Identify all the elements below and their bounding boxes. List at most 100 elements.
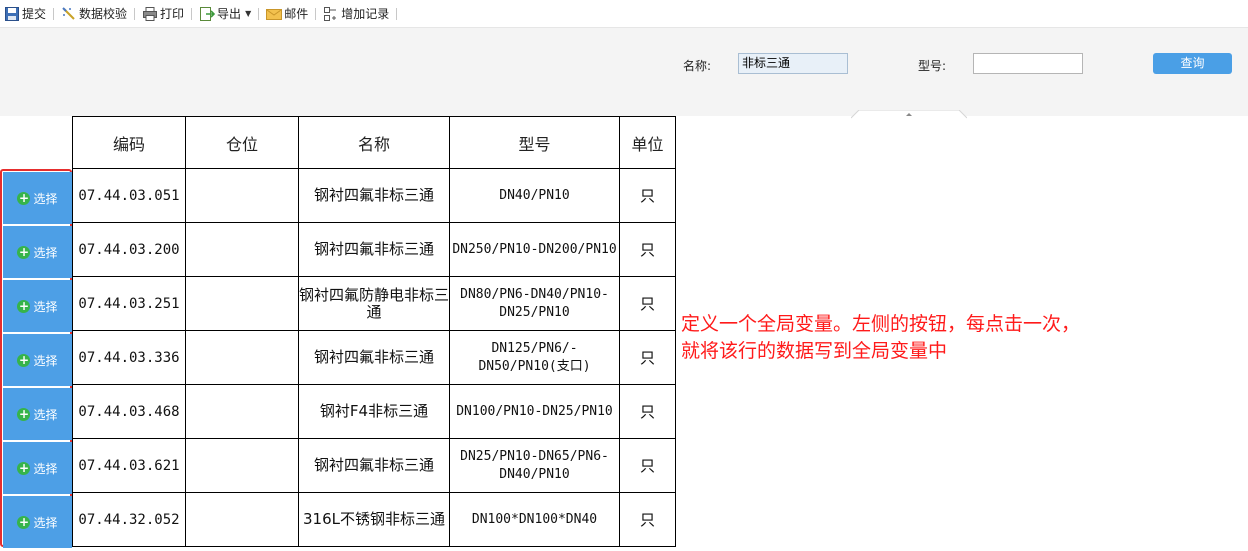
plus-icon: + [17, 298, 31, 313]
cell-unit: 只 [619, 330, 676, 385]
cell-name: 钢衬四氟非标三通 [298, 330, 450, 385]
cell-model: DN125/PN6/-DN50/PN10(支口) [449, 330, 620, 385]
mail-label: 邮件 [284, 7, 309, 21]
wand-icon [61, 6, 77, 22]
toolbar-divider [396, 7, 398, 20]
cell-location [185, 330, 299, 385]
cell-name: 钢衬F4非标三通 [298, 384, 450, 439]
select-button-column: + 选择 + 选择 + 选择 + 选择 + 选择 + 选择 + 选择 [0, 169, 72, 548]
select-row-button[interactable]: + 选择 [3, 172, 72, 224]
mail-button[interactable]: 邮件 [264, 3, 310, 25]
select-button-label: 选择 [33, 515, 58, 530]
cell-model: DN80/PN6-DN40/PN10-DN25/PN10 [449, 276, 620, 331]
annotation-line-1: 定义一个全局变量。左侧的按钮，每点击一次， [681, 313, 1081, 335]
table-row: 07.44.03.468 钢衬F4非标三通 DN100/PN10-DN25/PN10… [72, 384, 676, 439]
plus-icon: + [17, 514, 31, 529]
cell-code: 07.44.03.251 [72, 276, 186, 331]
data-validate-label: 数据校验 [79, 7, 128, 21]
toolbar-divider [315, 7, 317, 20]
table-row: 07.44.03.051 钢衬四氟非标三通 DN40/PN10 只 [72, 168, 676, 223]
select-row-button[interactable]: + 选择 [3, 280, 72, 332]
model-label: 型号: [918, 59, 947, 73]
cell-model: DN25/PN10-DN65/PN6-DN40/PN10 [449, 438, 620, 493]
add-record-label: 增加记录 [341, 7, 390, 21]
table-row: 07.44.32.052 316L不锈钢非标三通 DN100*DN100*DN40 只 [72, 492, 676, 547]
cell-unit: 只 [619, 492, 676, 547]
select-button-label: 选择 [33, 461, 58, 476]
column-header-model: 型号 [449, 116, 620, 169]
cell-unit: 只 [619, 276, 676, 331]
table-row: 07.44.03.621 钢衬四氟非标三通 DN25/PN10-DN65/PN6-D… [72, 438, 676, 493]
cell-code: 07.44.32.052 [72, 492, 186, 547]
column-header-location: 仓位 [185, 116, 299, 169]
submit-button[interactable]: 提交 [2, 3, 48, 25]
collapse-toggle[interactable] [850, 108, 968, 119]
cell-model: DN100/PN10-DN25/PN10 [449, 384, 620, 439]
cell-code: 07.44.03.336 [72, 330, 186, 385]
plus-icon: + [17, 406, 31, 421]
cell-location [185, 438, 299, 493]
export-label: 导出 [217, 7, 242, 21]
table-row: 07.44.03.336 钢衬四氟非标三通 DN125/PN6/-DN50/PN10… [72, 330, 676, 385]
column-header-name: 名称 [298, 116, 450, 169]
query-button[interactable]: 查询 [1153, 53, 1232, 74]
cell-model: DN40/PN10 [449, 168, 620, 223]
select-row-button[interactable]: + 选择 [3, 496, 72, 548]
cell-location [185, 168, 299, 223]
printer-icon [142, 6, 158, 22]
name-input[interactable]: 非标三通 [738, 53, 848, 74]
add-record-button[interactable]: 增加记录 [321, 3, 391, 25]
data-table: 编码 仓位 名称 型号 单位 07.44.03.051 钢衬四氟非标三通 DN40/… [72, 116, 676, 547]
print-label: 打印 [160, 7, 185, 21]
select-button-label: 选择 [33, 299, 58, 314]
toolbar-divider [53, 7, 55, 20]
annotation-line-2: 就将该行的数据写到全局变量中 [681, 340, 948, 362]
cell-name: 钢衬四氟防静电非标三通 [298, 276, 450, 331]
select-row-button[interactable]: + 选择 [3, 388, 72, 440]
mail-icon [266, 6, 283, 22]
cell-name: 316L不锈钢非标三通 [298, 492, 450, 547]
select-row-button[interactable]: + 选择 [3, 442, 72, 494]
cell-unit: 只 [619, 384, 676, 439]
plus-icon: + [17, 244, 31, 259]
cell-code: 07.44.03.200 [72, 222, 186, 277]
select-button-label: 选择 [33, 191, 58, 206]
plus-icon: + [17, 352, 31, 367]
data-validate-button[interactable]: 数据校验 [59, 3, 129, 25]
cell-location [185, 276, 299, 331]
cell-name: 钢衬四氟非标三通 [298, 168, 450, 223]
plus-icon: + [17, 460, 31, 475]
table-row: 07.44.03.251 钢衬四氟防静电非标三通 DN80/PN6-DN40/PN1… [72, 276, 676, 331]
table-row: 07.44.03.200 钢衬四氟非标三通 DN250/PN10-DN200/PN1… [72, 222, 676, 277]
chevron-down-icon[interactable]: ▼ [245, 9, 251, 18]
select-button-label: 选择 [33, 407, 58, 422]
column-header-code: 编码 [72, 116, 186, 169]
print-button[interactable]: 打印 [140, 3, 186, 25]
export-button[interactable]: 导出 ▼ [197, 3, 253, 25]
toolbar-divider [134, 7, 136, 20]
table-header-row: 编码 仓位 名称 型号 单位 [72, 116, 676, 169]
save-icon [4, 6, 20, 22]
plus-icon: + [17, 190, 31, 205]
column-header-unit: 单位 [619, 116, 676, 169]
name-label: 名称: [683, 59, 712, 73]
annotation-note: 定义一个全局变量。左侧的按钮，每点击一次， 就将该行的数据写到全局变量中 [681, 311, 1141, 365]
model-input[interactable] [973, 53, 1083, 74]
cell-code: 07.44.03.621 [72, 438, 186, 493]
cell-unit: 只 [619, 222, 676, 277]
toolbar: 提交 数据校验 打印 导出 ▼ 邮件 增加记录 [0, 0, 1248, 28]
toolbar-divider [258, 7, 260, 20]
add-record-icon [323, 6, 339, 22]
cell-location [185, 222, 299, 277]
filter-panel: 名称: 非标三通 型号: 查询 [0, 28, 1248, 116]
toolbar-divider [191, 7, 193, 20]
cell-model: DN250/PN10-DN200/PN10 [449, 222, 620, 277]
cell-unit: 只 [619, 438, 676, 493]
submit-label: 提交 [22, 7, 47, 21]
cell-code: 07.44.03.051 [72, 168, 186, 223]
cell-model: DN100*DN100*DN40 [449, 492, 620, 547]
select-row-button[interactable]: + 选择 [3, 334, 72, 386]
select-row-button[interactable]: + 选择 [3, 226, 72, 278]
select-button-label: 选择 [33, 353, 58, 368]
export-icon [199, 6, 216, 22]
